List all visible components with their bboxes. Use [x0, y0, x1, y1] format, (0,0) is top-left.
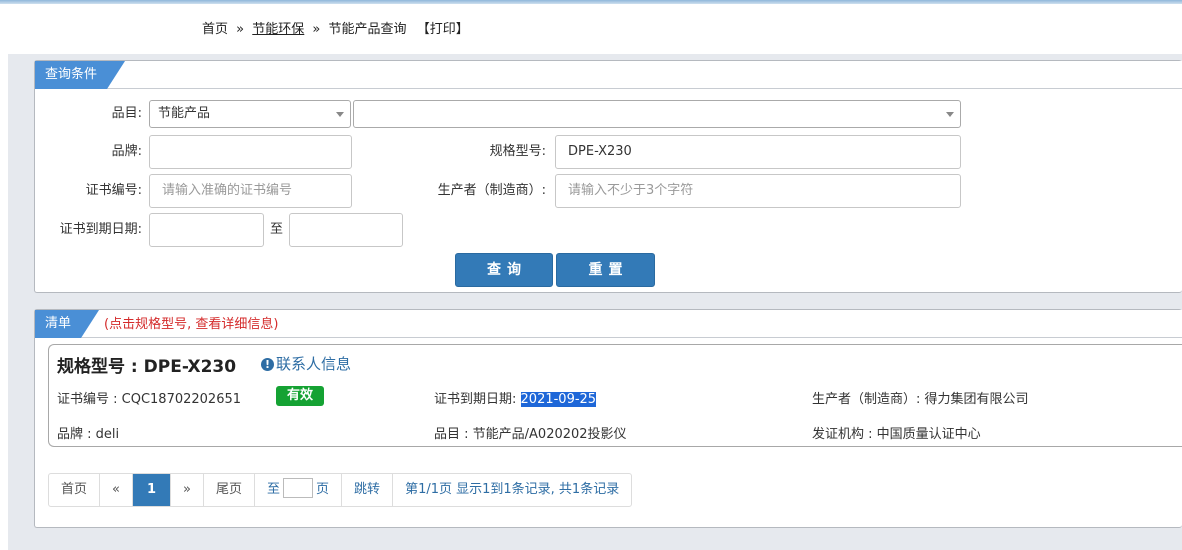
- result-issuer: 发证机构 : 中国质量认证中心: [812, 427, 981, 442]
- print-link[interactable]: 【打印】: [417, 22, 469, 37]
- page-current[interactable]: 1: [132, 474, 172, 506]
- chevron-down-icon: [946, 112, 954, 117]
- list-panel-note: (点击规格型号, 查看详细信息): [104, 317, 279, 332]
- cert-no-label: 证书编号:: [85, 183, 142, 198]
- chevron-down-icon: [336, 112, 344, 117]
- maker-input[interactable]: 请输入不少于3个字符: [555, 174, 961, 208]
- maker-label: 生产者（制造商）:: [437, 183, 546, 198]
- page-next[interactable]: »: [171, 474, 204, 506]
- expiry-from-input[interactable]: [149, 213, 264, 247]
- expiry-label: 证书到期日期:: [59, 222, 142, 237]
- category-select[interactable]: 节能产品: [149, 100, 351, 128]
- page-jump-button[interactable]: 跳转: [342, 474, 394, 506]
- exclamation-circle-icon: !: [261, 358, 274, 371]
- page-prev[interactable]: «: [100, 474, 133, 506]
- page-goto-page: 页: [316, 482, 330, 497]
- contact-info-label: 联系人信息: [276, 355, 352, 373]
- pagination: 首页 « 1 » 尾页 至页 跳转 第1/1页 显示1到1条记录, 共1条记录: [48, 473, 633, 507]
- status-badge: 有效: [276, 386, 324, 406]
- result-expiry-label: 证书到期日期:: [434, 392, 517, 407]
- page-summary: 第1/1页 显示1到1条记录, 共1条记录: [405, 482, 620, 497]
- list-panel-title: 清单: [35, 310, 99, 338]
- spec-label: 规格型号:: [489, 144, 546, 159]
- reset-button[interactable]: 重置: [556, 253, 655, 287]
- breadcrumb-separator: »: [236, 22, 245, 37]
- page-goto-to: 至: [267, 482, 281, 497]
- result-expiry-value: 2021-09-25: [520, 392, 597, 407]
- result-maker: 生产者（制造商）: 得力集团有限公司: [812, 392, 1029, 407]
- result-card: 规格型号 : DPE-X230 ! 联系人信息 证书编号 : CQC1870220…: [48, 344, 1182, 447]
- spec-input[interactable]: DPE-X230: [555, 135, 961, 169]
- search-button[interactable]: 查询: [455, 253, 553, 287]
- page-number-input[interactable]: [283, 478, 314, 498]
- result-spec-title[interactable]: 规格型号 : DPE-X230: [57, 352, 236, 377]
- page-last[interactable]: 尾页: [204, 474, 256, 506]
- cert-no-input[interactable]: 请输入准确的证书编号: [149, 174, 352, 208]
- result-cert-no: 证书编号 : CQC18702202651: [57, 392, 242, 407]
- top-accent-line: [0, 0, 1182, 4]
- page-first[interactable]: 首页: [49, 474, 101, 506]
- brand-input[interactable]: [149, 135, 352, 169]
- breadcrumb: 首页 » 节能环保 » 节能产品查询 【打印】: [202, 18, 469, 37]
- brand-label: 品牌:: [111, 144, 142, 159]
- contact-info-link[interactable]: ! 联系人信息: [261, 353, 351, 374]
- query-panel: 查询条件 品目: 节能产品 品牌: 规格型号: DPE-X230 证书编号: 请…: [34, 60, 1182, 293]
- query-panel-header: 查询条件: [35, 61, 1182, 89]
- list-panel-header: 清单 (点击规格型号, 查看详细信息): [35, 310, 1182, 338]
- breadcrumb-current: 节能产品查询: [328, 22, 407, 37]
- breadcrumb-category-link[interactable]: 节能环保: [252, 22, 304, 37]
- result-category: 品目 : 节能产品/A020202投影仪: [434, 427, 627, 442]
- category-label: 品目:: [111, 106, 142, 121]
- breadcrumb-separator: »: [312, 22, 321, 37]
- page-goto: 至页: [255, 474, 343, 506]
- expiry-to-label: 至: [270, 222, 284, 237]
- query-panel-title: 查询条件: [35, 61, 125, 89]
- expiry-to-input[interactable]: [289, 213, 403, 247]
- category-select-value: 节能产品: [158, 106, 211, 121]
- result-expiry: 证书到期日期: 2021-09-25: [434, 388, 597, 407]
- result-brand: 品牌 : deli: [57, 427, 120, 442]
- subcategory-select[interactable]: [353, 100, 961, 128]
- breadcrumb-home[interactable]: 首页: [202, 22, 228, 37]
